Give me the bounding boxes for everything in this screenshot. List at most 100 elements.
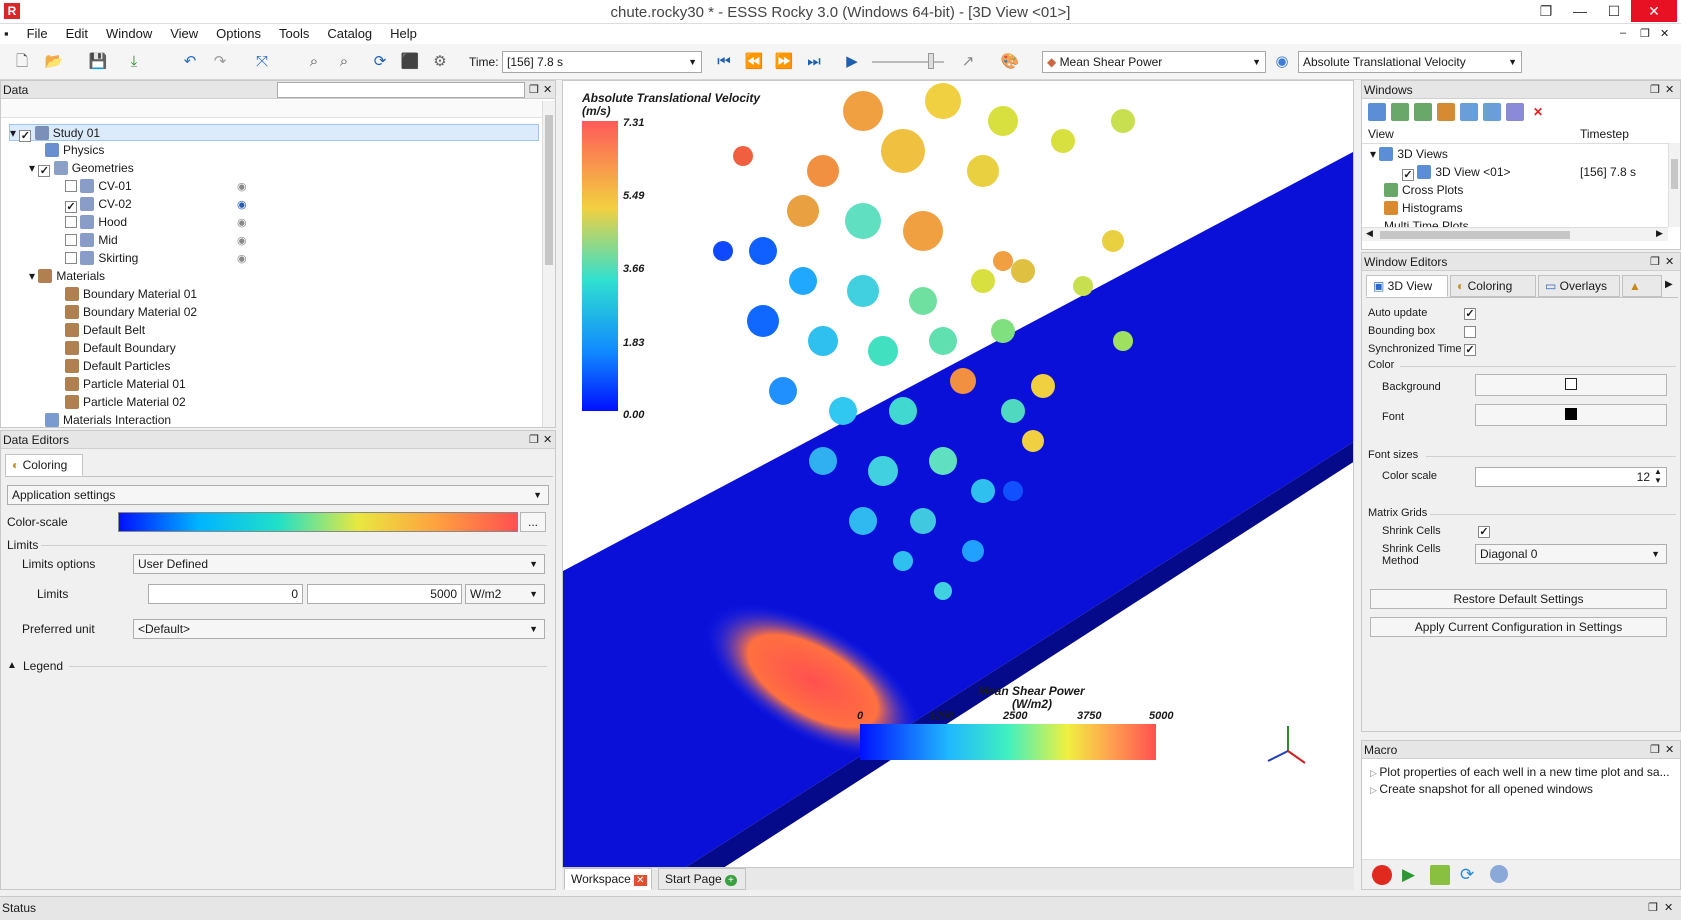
- synchronized-time-checkbox[interactable]: ✓: [1464, 344, 1476, 356]
- scroll-right-icon[interactable]: ▶: [1656, 228, 1663, 239]
- bounding-box-checkbox[interactable]: [1464, 326, 1476, 338]
- tree-item-material[interactable]: Boundary Material 01: [65, 286, 197, 303]
- tree-item-material[interactable]: Default Particles: [65, 358, 170, 375]
- tab-start-page[interactable]: Start Page +: [658, 868, 746, 890]
- redo-icon[interactable]: ↷: [208, 50, 232, 74]
- tab-coloring[interactable]: ◐ Coloring: [1450, 275, 1536, 297]
- menu-options[interactable]: Options: [207, 24, 270, 44]
- undo-icon[interactable]: ↶: [178, 50, 202, 74]
- tree-item-histograms[interactable]: Histograms: [1384, 201, 1463, 215]
- mdi-close-icon[interactable]: ✕: [1660, 27, 1669, 40]
- tab-overlays[interactable]: ▭ Overlays: [1538, 275, 1620, 297]
- auto-update-checkbox[interactable]: ✓: [1464, 308, 1476, 320]
- first-frame-icon[interactable]: ⏮: [712, 50, 736, 74]
- colorscale-picker[interactable]: [118, 512, 518, 532]
- new-plot-icon[interactable]: [1391, 103, 1409, 121]
- tree-item-3d-views[interactable]: ▾ 3D Views: [1370, 147, 1448, 161]
- speed-icon[interactable]: ↗: [956, 50, 980, 74]
- tree-item-materials[interactable]: ▾ Materials: [29, 268, 105, 285]
- tab-coloring[interactable]: ◐ Coloring: [5, 454, 83, 476]
- close-icon[interactable]: ✕: [543, 431, 552, 449]
- scrollbar-thumb[interactable]: [1380, 231, 1570, 239]
- checkbox-checked-icon[interactable]: ✓: [65, 201, 77, 213]
- checkbox-icon[interactable]: [65, 252, 77, 264]
- visibility-eye-icon[interactable]: ◉: [237, 234, 247, 247]
- expand-arrow-icon[interactable]: ▷: [1370, 785, 1379, 795]
- checkbox-checked-icon[interactable]: ✓: [19, 130, 32, 142]
- float-icon[interactable]: ❐: [529, 431, 539, 449]
- scroll-left-icon[interactable]: ◀: [1366, 228, 1373, 239]
- slider-handle[interactable]: [928, 53, 934, 69]
- visibility-eye-icon[interactable]: ◉: [237, 198, 247, 211]
- checkbox-icon[interactable]: [65, 234, 77, 246]
- limit-unit-select[interactable]: W/m2 ▼: [465, 584, 545, 604]
- visibility-eye-icon[interactable]: ◉: [237, 216, 247, 229]
- particle-property-select[interactable]: Absolute Translational Velocity ▼: [1298, 51, 1522, 73]
- run-icon[interactable]: ▶: [1402, 865, 1415, 885]
- scrollbar-thumb[interactable]: [545, 115, 553, 265]
- tree-item-multi-time-plots[interactable]: Multi Time Plots: [1384, 219, 1664, 227]
- palette-icon[interactable]: 🎨: [998, 50, 1022, 74]
- checkbox-icon[interactable]: [65, 216, 77, 228]
- shrink-cells-checkbox[interactable]: ✓: [1478, 526, 1490, 538]
- checkbox-checked-icon[interactable]: ✓: [38, 165, 51, 177]
- menu-file[interactable]: File: [18, 24, 57, 44]
- tab-3d-view[interactable]: ▣ 3D View: [1366, 275, 1448, 297]
- rotate-icon[interactable]: ⟳: [368, 50, 392, 74]
- menu-help[interactable]: Help: [381, 24, 426, 44]
- tree-item-hood[interactable]: Hood: [65, 214, 127, 231]
- menu-view[interactable]: View: [161, 24, 207, 44]
- macro-item[interactable]: ▷ Plot properties of each well in a new …: [1370, 765, 1676, 779]
- tree-item-geometries[interactable]: ▾ ✓ Geometries: [29, 160, 134, 177]
- limit-min-input[interactable]: 0: [148, 584, 303, 604]
- float-icon[interactable]: ❐: [1650, 741, 1660, 759]
- fit-view-icon[interactable]: ⤧: [250, 50, 274, 74]
- float-icon[interactable]: ❐: [1650, 253, 1660, 271]
- open-macro-icon[interactable]: [1430, 865, 1450, 885]
- close-button[interactable]: ✕: [1631, 0, 1677, 22]
- apply-config-button[interactable]: Apply Current Configuration in Settings: [1370, 617, 1667, 637]
- tree-item-cv01[interactable]: CV-01: [65, 178, 132, 195]
- tree-item-material[interactable]: Particle Material 01: [65, 376, 186, 393]
- tree-item-physics[interactable]: Physics: [45, 142, 104, 159]
- new-3d-view-icon[interactable]: [1368, 103, 1386, 121]
- collapse-arrow-icon[interactable]: ▲: [7, 660, 17, 671]
- colorscale-more-button[interactable]: ...: [520, 512, 546, 532]
- tree-item-cv02[interactable]: ✓ CV-02: [65, 196, 132, 213]
- globe-icon[interactable]: ◉: [1270, 50, 1294, 74]
- edit-window-icon[interactable]: [1506, 103, 1524, 121]
- menu-tools[interactable]: Tools: [270, 24, 318, 44]
- tree-item-study[interactable]: ▾ ✓ Study 01: [9, 124, 539, 142]
- settings-icon[interactable]: ⚙: [428, 50, 452, 74]
- play-icon[interactable]: ▶: [840, 50, 864, 74]
- menu-edit[interactable]: Edit: [57, 24, 97, 44]
- time-select[interactable]: [156] 7.8 s ▼: [502, 51, 702, 73]
- zoom-region-icon[interactable]: ⌕: [332, 50, 356, 74]
- spin-buttons-icon[interactable]: ▲ ▼: [1654, 467, 1662, 485]
- close-icon[interactable]: ✕: [1665, 253, 1674, 271]
- 3d-viewport[interactable]: Absolute Translational Velocity (m/s) 7.…: [562, 80, 1354, 868]
- limit-max-input[interactable]: 5000: [307, 584, 462, 604]
- mdi-minimize-icon[interactable]: –: [1620, 27, 1626, 39]
- float-icon[interactable]: ❐: [1648, 901, 1658, 914]
- tree-item-materials-interaction[interactable]: Materials Interaction: [45, 412, 171, 427]
- tree-item-mid[interactable]: Mid: [65, 232, 118, 249]
- new-cross-plot-icon[interactable]: [1414, 103, 1432, 121]
- new-multi-plot-icon[interactable]: [1483, 103, 1501, 121]
- record-icon[interactable]: [1372, 865, 1392, 885]
- close-tab-icon[interactable]: ✕: [634, 875, 647, 886]
- new-file-icon[interactable]: 🗋: [10, 50, 34, 74]
- restore-icon[interactable]: ❐: [1529, 0, 1563, 22]
- vertical-scrollbar[interactable]: [1668, 143, 1680, 227]
- scrollbar-thumb[interactable]: [1671, 159, 1678, 189]
- tree-item-material[interactable]: Default Belt: [65, 322, 145, 339]
- new-histogram-icon[interactable]: [1437, 103, 1455, 121]
- horizontal-scrollbar[interactable]: ◀ ▶: [1362, 227, 1668, 241]
- menu-app-icon[interactable]: ▪: [0, 24, 18, 44]
- font-color-button[interactable]: [1475, 404, 1667, 426]
- checkbox-checked-icon[interactable]: ✓: [1402, 169, 1414, 181]
- box-view-icon[interactable]: ⬛: [398, 50, 422, 74]
- visibility-eye-icon[interactable]: ◉: [237, 180, 247, 193]
- close-icon[interactable]: ✕: [543, 81, 552, 99]
- export-icon[interactable]: ⤓: [122, 50, 146, 74]
